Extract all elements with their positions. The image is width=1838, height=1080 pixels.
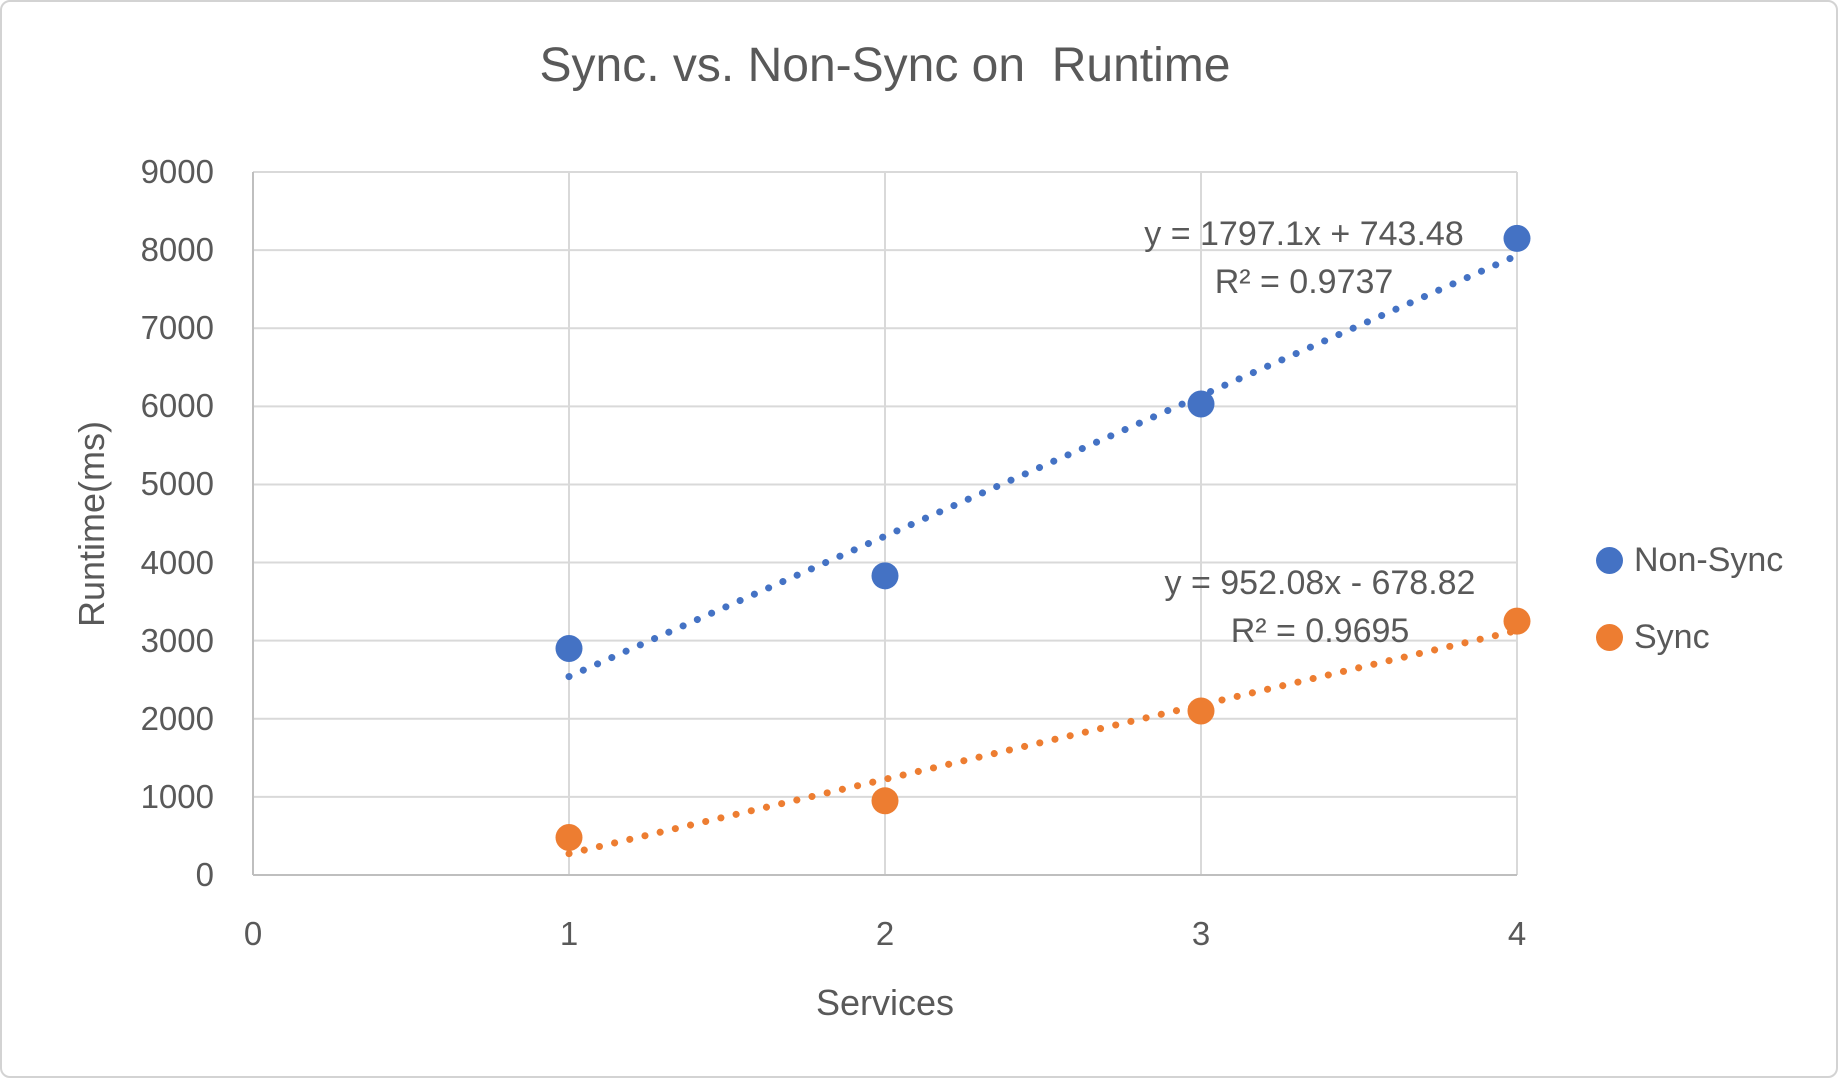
y-axis-title: Runtime(ms): [67, 364, 117, 684]
y-tick-label: 9000: [54, 150, 214, 194]
r-squared-sync: R² = 0.9695: [1070, 607, 1570, 655]
data-point-non-sync: [1188, 390, 1215, 417]
x-tick-label: 2: [825, 912, 945, 956]
data-point-sync: [1188, 697, 1215, 724]
data-point-non-sync: [556, 635, 583, 662]
legend-item-sync: Sync: [1596, 616, 1710, 658]
trendline-equation-nonsync: y = 1797.1x + 743.48: [1054, 210, 1554, 258]
data-point-sync: [556, 824, 583, 851]
x-axis-title: Services: [255, 982, 1515, 1024]
x-tick-label: 4: [1457, 912, 1577, 956]
y-tick-label: 0: [54, 853, 214, 897]
trendline-sync: [569, 631, 1517, 854]
legend-label: Sync: [1634, 618, 1710, 657]
y-tick-label: 2000: [54, 697, 214, 741]
x-tick-label: 0: [193, 912, 313, 956]
trendline-equation-sync: y = 952.08x - 678.82: [1070, 559, 1570, 607]
x-tick-label: 1: [509, 912, 629, 956]
scatter-chart: Sync. vs. Non-Sync on Runtime 0100020003…: [0, 0, 1838, 1078]
y-tick-label: 7000: [54, 306, 214, 350]
data-point-non-sync: [872, 562, 899, 589]
trendline-annotation-nonsync: y = 1797.1x + 743.48 R² = 0.9737: [1054, 210, 1554, 306]
legend-label: Non-Sync: [1634, 541, 1783, 580]
legend-item-non-sync: Non-Sync: [1596, 539, 1783, 581]
x-tick-label: 3: [1141, 912, 1261, 956]
trendline-annotation-sync: y = 952.08x - 678.82 R² = 0.9695: [1070, 559, 1570, 655]
legend-marker-icon: [1596, 624, 1623, 651]
r-squared-nonsync: R² = 0.9737: [1054, 258, 1554, 306]
legend-marker-icon: [1596, 547, 1623, 574]
y-tick-label: 8000: [54, 228, 214, 272]
data-point-sync: [872, 787, 899, 814]
y-tick-label: 1000: [54, 775, 214, 819]
